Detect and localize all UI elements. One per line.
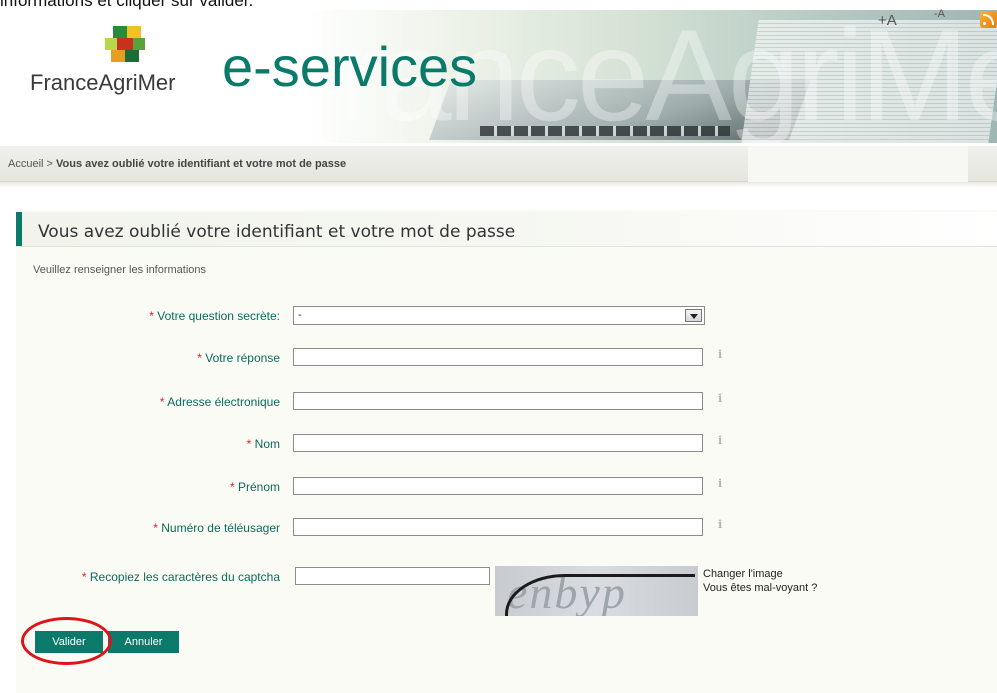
email-info-icon[interactable]: i bbox=[718, 393, 726, 405]
email-field[interactable] bbox=[293, 392, 703, 410]
first-name-info-icon[interactable]: i bbox=[718, 478, 726, 490]
form-instructions: Veuillez renseigner les informations bbox=[33, 264, 207, 276]
captcha-input[interactable] bbox=[295, 567, 490, 585]
visually-impaired-link[interactable]: Vous êtes mal-voyant ? bbox=[703, 582, 817, 594]
user-number-input[interactable] bbox=[293, 518, 703, 536]
answer-info-icon[interactable]: i bbox=[718, 349, 726, 361]
last-name-input[interactable] bbox=[293, 434, 703, 452]
email-label: * Adresse électronique bbox=[159, 395, 280, 409]
last-name-info-icon[interactable]: i bbox=[718, 435, 726, 447]
header-banner: ranceAgriMer FranceAgriMer e-services bbox=[10, 10, 997, 143]
cancel-button[interactable]: Annuler bbox=[108, 631, 179, 653]
franceagrimer-logo-icon bbox=[105, 26, 149, 70]
decrease-font-button[interactable]: -A bbox=[934, 8, 945, 20]
secret-question-label: * Votre question secrète: bbox=[149, 309, 280, 323]
eservices-title: e-services bbox=[222, 35, 478, 98]
instruction-caption: informations et cliquer sur valider. bbox=[0, 0, 254, 10]
answer-input[interactable] bbox=[293, 348, 703, 366]
answer-label: * Votre réponse bbox=[197, 351, 280, 365]
highlight-circle bbox=[21, 617, 112, 665]
page-title: Vous avez oublié votre identifiant et vo… bbox=[38, 222, 516, 242]
captcha-image: enbyp bbox=[495, 566, 698, 616]
first-name-label: * Prénom bbox=[229, 480, 280, 494]
rss-icon[interactable] bbox=[980, 11, 997, 28]
last-name-label: * Nom bbox=[246, 437, 280, 451]
first-name-input[interactable] bbox=[293, 477, 703, 495]
change-captcha-link[interactable]: Changer l'image bbox=[703, 568, 783, 580]
secret-question-select[interactable]: - bbox=[293, 306, 705, 325]
user-number-label: * Numéro de téléusager bbox=[153, 521, 280, 535]
breadcrumb-home-link[interactable]: Accueil bbox=[8, 158, 43, 170]
breadcrumb-bar: Accueil > Vous avez oublié votre identif… bbox=[0, 146, 997, 188]
chevron-down-icon[interactable] bbox=[685, 309, 702, 322]
captcha-label: * Recopiez les caractères du captcha bbox=[81, 570, 280, 584]
user-number-info-icon[interactable]: i bbox=[718, 519, 726, 531]
breadcrumb-current: Vous avez oublié votre identifiant et vo… bbox=[56, 158, 347, 170]
breadcrumb: Accueil > Vous avez oublié votre identif… bbox=[8, 158, 347, 170]
brand-name: FranceAgriMer bbox=[30, 70, 176, 95]
increase-font-button[interactable]: +A bbox=[878, 12, 897, 29]
accessibility-tools bbox=[748, 146, 968, 182]
